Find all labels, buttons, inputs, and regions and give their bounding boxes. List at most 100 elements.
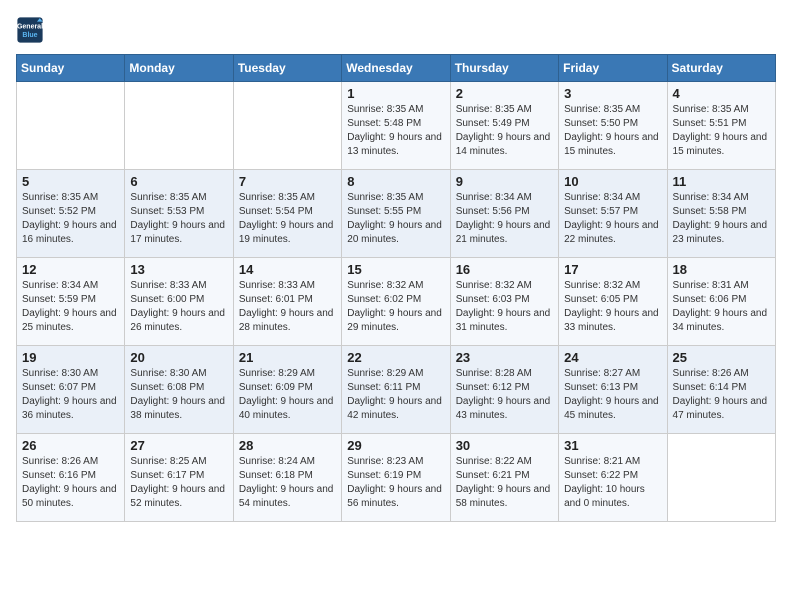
cell-info: Sunrise: 8:35 AMSunset: 5:54 PMDaylight:… xyxy=(239,191,336,247)
calendar-cell: 21Sunrise: 8:29 AMSunset: 6:09 PMDayligh… xyxy=(233,346,341,434)
calendar-cell: 4 Sunrise: 8:35 AMSunset: 5:51 PMDaylight… xyxy=(667,82,775,170)
calendar-cell: 15 Sunrise: 8:32 AMSunset: 6:02 PMDayligh… xyxy=(342,258,450,346)
day-number: 17 xyxy=(564,262,661,277)
svg-text:Blue: Blue xyxy=(22,32,37,39)
calendar-cell xyxy=(667,434,775,522)
day-number: 19 xyxy=(22,350,119,365)
day-number: 30 xyxy=(456,438,553,453)
svg-text:General: General xyxy=(17,24,43,31)
day-number: 5 xyxy=(22,174,119,189)
day-header-wednesday: Wednesday xyxy=(342,55,450,82)
day-number: 31 xyxy=(564,438,661,453)
cell-info: Sunrise: 8:33 AMSunset: 6:01 PMDaylight:… xyxy=(239,279,336,335)
calendar-cell: 16 Sunrise: 8:32 AMSunset: 6:03 PMDayligh… xyxy=(450,258,558,346)
calendar-cell: 30 Sunrise: 8:22 AMSunset: 6:21 PMDayligh… xyxy=(450,434,558,522)
day-number: 25 xyxy=(673,350,770,365)
cell-info: Sunrise: 8:35 AMSunset: 5:50 PMDaylight:… xyxy=(564,103,661,159)
day-number: 14 xyxy=(239,262,336,277)
logo-icon: General Blue xyxy=(16,16,44,44)
calendar-week-2: 5 Sunrise: 8:35 AMSunset: 5:52 PMDaylight… xyxy=(17,170,776,258)
day-number: 28 xyxy=(239,438,336,453)
calendar-cell: 7 Sunrise: 8:35 AMSunset: 5:54 PMDaylight… xyxy=(233,170,341,258)
cell-info: Sunrise: 8:35 AMSunset: 5:55 PMDaylight:… xyxy=(347,191,444,247)
cell-info: Sunrise: 8:35 AMSunset: 5:48 PMDaylight:… xyxy=(347,103,444,159)
day-number: 4 xyxy=(673,86,770,101)
calendar-cell: 5 Sunrise: 8:35 AMSunset: 5:52 PMDaylight… xyxy=(17,170,125,258)
day-number: 22 xyxy=(347,350,444,365)
day-number: 23 xyxy=(456,350,553,365)
calendar-cell xyxy=(233,82,341,170)
cell-info: Sunrise: 8:23 AMSunset: 6:19 PMDaylight:… xyxy=(347,455,444,511)
day-number: 11 xyxy=(673,174,770,189)
calendar-cell xyxy=(17,82,125,170)
cell-info: Sunrise: 8:32 AMSunset: 6:02 PMDaylight:… xyxy=(347,279,444,335)
calendar-cell: 29 Sunrise: 8:23 AMSunset: 6:19 PMDayligh… xyxy=(342,434,450,522)
cell-info: Sunrise: 8:35 AMSunset: 5:52 PMDaylight:… xyxy=(22,191,119,247)
calendar-cell: 28 Sunrise: 8:24 AMSunset: 6:18 PMDayligh… xyxy=(233,434,341,522)
cell-info: Sunrise: 8:25 AMSunset: 6:17 PMDaylight:… xyxy=(130,455,227,511)
day-number: 12 xyxy=(22,262,119,277)
calendar-cell: 6Sunrise: 8:35 AMSunset: 5:53 PMDaylight… xyxy=(125,170,233,258)
cell-info: Sunrise: 8:26 AMSunset: 6:16 PMDaylight:… xyxy=(22,455,119,511)
cell-info: Sunrise: 8:29 AMSunset: 6:11 PMDaylight:… xyxy=(347,367,444,423)
day-number: 20 xyxy=(130,350,227,365)
cell-info: Sunrise: 8:34 AMSunset: 5:57 PMDaylight:… xyxy=(564,191,661,247)
day-number: 6 xyxy=(130,174,227,189)
day-number: 15 xyxy=(347,262,444,277)
cell-info: Sunrise: 8:29 AMSunset: 6:09 PMDaylight:… xyxy=(239,367,336,423)
calendar-cell: 9Sunrise: 8:34 AMSunset: 5:56 PMDaylight… xyxy=(450,170,558,258)
calendar-cell: 1 Sunrise: 8:35 AMSunset: 5:48 PMDaylight… xyxy=(342,82,450,170)
cell-info: Sunrise: 8:32 AMSunset: 6:05 PMDaylight:… xyxy=(564,279,661,335)
calendar-week-4: 19 Sunrise: 8:30 AMSunset: 6:07 PMDayligh… xyxy=(17,346,776,434)
calendar-week-5: 26 Sunrise: 8:26 AMSunset: 6:16 PMDayligh… xyxy=(17,434,776,522)
cell-info: Sunrise: 8:30 AMSunset: 6:08 PMDaylight:… xyxy=(130,367,227,423)
calendar-cell: 23 Sunrise: 8:28 AMSunset: 6:12 PMDayligh… xyxy=(450,346,558,434)
day-number: 10 xyxy=(564,174,661,189)
calendar-cell: 12Sunrise: 8:34 AMSunset: 5:59 PMDayligh… xyxy=(17,258,125,346)
calendar-cell: 14 Sunrise: 8:33 AMSunset: 6:01 PMDayligh… xyxy=(233,258,341,346)
day-number: 2 xyxy=(456,86,553,101)
cell-info: Sunrise: 8:30 AMSunset: 6:07 PMDaylight:… xyxy=(22,367,119,423)
calendar-cell: 13Sunrise: 8:33 AMSunset: 6:00 PMDayligh… xyxy=(125,258,233,346)
calendar-cell: 26 Sunrise: 8:26 AMSunset: 6:16 PMDayligh… xyxy=(17,434,125,522)
page-header: General Blue xyxy=(16,16,776,44)
cell-info: Sunrise: 8:22 AMSunset: 6:21 PMDaylight:… xyxy=(456,455,553,511)
calendar-cell: 27Sunrise: 8:25 AMSunset: 6:17 PMDayligh… xyxy=(125,434,233,522)
cell-info: Sunrise: 8:21 AMSunset: 6:22 PMDaylight:… xyxy=(564,455,661,511)
calendar-cell: 11 Sunrise: 8:34 AMSunset: 5:58 PMDayligh… xyxy=(667,170,775,258)
day-header-thursday: Thursday xyxy=(450,55,558,82)
calendar-table: SundayMondayTuesdayWednesdayThursdayFrid… xyxy=(16,54,776,522)
day-number: 1 xyxy=(347,86,444,101)
calendar-cell: 17 Sunrise: 8:32 AMSunset: 6:05 PMDayligh… xyxy=(559,258,667,346)
calendar-cell: 24 Sunrise: 8:27 AMSunset: 6:13 PMDayligh… xyxy=(559,346,667,434)
calendar-cell: 20 Sunrise: 8:30 AMSunset: 6:08 PMDayligh… xyxy=(125,346,233,434)
cell-info: Sunrise: 8:27 AMSunset: 6:13 PMDaylight:… xyxy=(564,367,661,423)
calendar-cell: 3 Sunrise: 8:35 AMSunset: 5:50 PMDaylight… xyxy=(559,82,667,170)
calendar-cell: 10 Sunrise: 8:34 AMSunset: 5:57 PMDayligh… xyxy=(559,170,667,258)
calendar-week-1: 1 Sunrise: 8:35 AMSunset: 5:48 PMDaylight… xyxy=(17,82,776,170)
day-number: 26 xyxy=(22,438,119,453)
day-number: 18 xyxy=(673,262,770,277)
cell-info: Sunrise: 8:34 AMSunset: 5:58 PMDaylight:… xyxy=(673,191,770,247)
cell-info: Sunrise: 8:24 AMSunset: 6:18 PMDaylight:… xyxy=(239,455,336,511)
cell-info: Sunrise: 8:31 AMSunset: 6:06 PMDaylight:… xyxy=(673,279,770,335)
cell-info: Sunrise: 8:35 AMSunset: 5:51 PMDaylight:… xyxy=(673,103,770,159)
day-header-tuesday: Tuesday xyxy=(233,55,341,82)
cell-info: Sunrise: 8:26 AMSunset: 6:14 PMDaylight:… xyxy=(673,367,770,423)
cell-info: Sunrise: 8:32 AMSunset: 6:03 PMDaylight:… xyxy=(456,279,553,335)
day-header-saturday: Saturday xyxy=(667,55,775,82)
calendar-cell: 22 Sunrise: 8:29 AMSunset: 6:11 PMDayligh… xyxy=(342,346,450,434)
day-number: 9 xyxy=(456,174,553,189)
calendar-cell: 31 Sunrise: 8:21 AMSunset: 6:22 PMDayligh… xyxy=(559,434,667,522)
calendar-cell: 18 Sunrise: 8:31 AMSunset: 6:06 PMDayligh… xyxy=(667,258,775,346)
day-number: 16 xyxy=(456,262,553,277)
day-number: 24 xyxy=(564,350,661,365)
day-number: 3 xyxy=(564,86,661,101)
day-number: 29 xyxy=(347,438,444,453)
calendar-cell: 8Sunrise: 8:35 AMSunset: 5:55 PMDaylight… xyxy=(342,170,450,258)
day-number: 7 xyxy=(239,174,336,189)
day-header-monday: Monday xyxy=(125,55,233,82)
cell-info: Sunrise: 8:28 AMSunset: 6:12 PMDaylight:… xyxy=(456,367,553,423)
cell-info: Sunrise: 8:35 AMSunset: 5:49 PMDaylight:… xyxy=(456,103,553,159)
logo: General Blue xyxy=(16,16,48,44)
